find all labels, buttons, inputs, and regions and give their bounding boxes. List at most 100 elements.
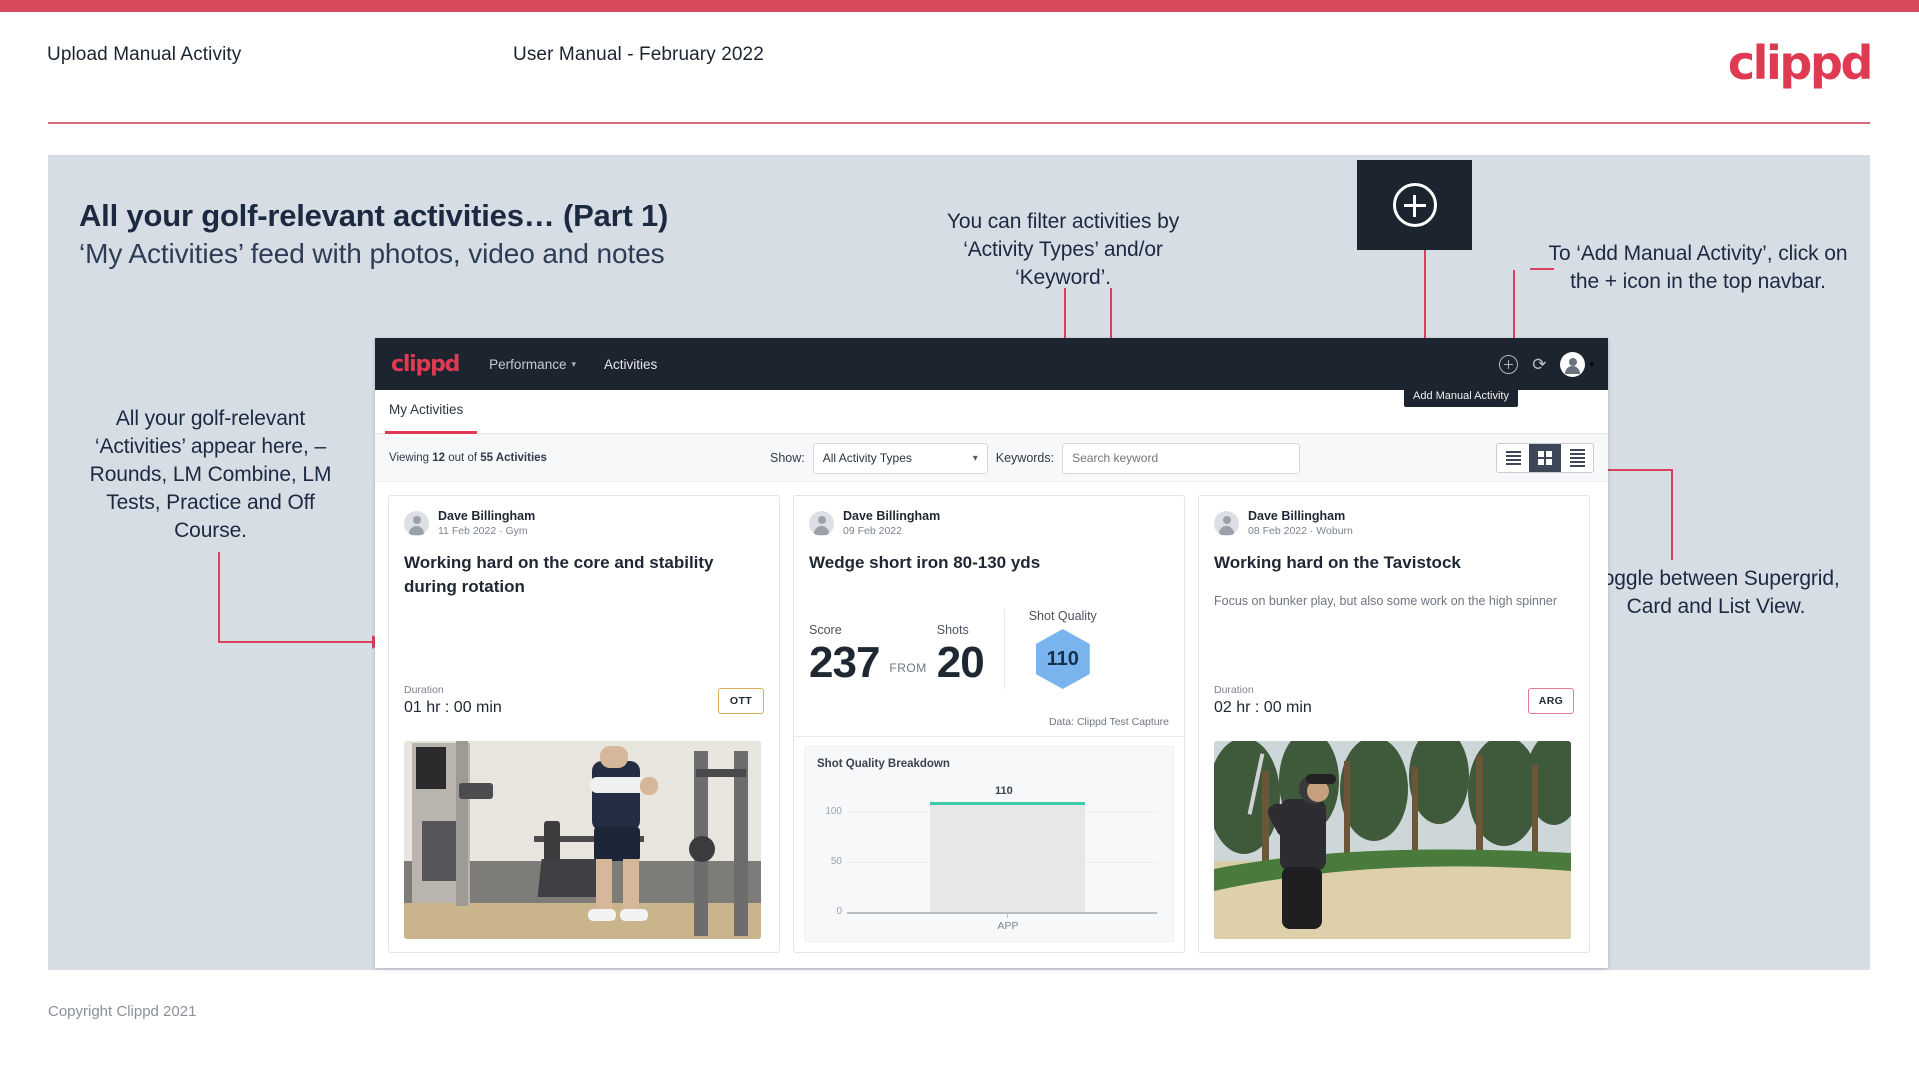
from-label: FROM: [889, 661, 927, 675]
grid-view-icon: [1537, 450, 1553, 466]
activity-meta: 08 Feb 2022 · Woburn: [1248, 525, 1353, 537]
nav-item-activities[interactable]: Activities: [604, 357, 657, 372]
header-divider: [48, 122, 1870, 124]
score-value: 237: [809, 638, 880, 687]
nav-item-performance[interactable]: Performance ▾: [489, 357, 576, 372]
slide-header-left: Upload Manual Activity: [47, 44, 242, 65]
list-view-icon: [1505, 451, 1521, 465]
card-view-icon: [1569, 449, 1585, 467]
activity-title: Wedge short iron 80-130 yds: [809, 553, 1041, 572]
duration-label: Duration: [404, 684, 444, 696]
shots-label: Shots: [936, 623, 969, 637]
avatar: [404, 511, 429, 536]
user-name: Dave Billingham: [438, 509, 536, 523]
supergrid-view-toggle[interactable]: [1529, 444, 1561, 472]
x-tick-label-app: APP: [997, 920, 1019, 932]
slide-page: Upload Manual Activity User Manual - Feb…: [0, 0, 1919, 1079]
chart-bar-label: 110: [995, 785, 1013, 797]
navbar-actions: ⟳ ▾: [1499, 338, 1594, 390]
y-tick-label-50: 50: [830, 856, 842, 867]
score-block: Score 237: [809, 623, 880, 689]
duration-block: Duration 01 hr : 00 min: [404, 684, 502, 717]
bunker-shot-thumbnail[interactable]: [1214, 741, 1571, 939]
chevron-down-icon: ▾: [571, 358, 576, 369]
status-badge: ARG: [1528, 688, 1574, 714]
nav-performance-label: Performance: [489, 356, 567, 372]
connector-line: [1671, 470, 1673, 560]
score-label: Score: [809, 623, 842, 637]
app-logo[interactable]: clippd: [391, 352, 460, 377]
chevron-down-icon: ▾: [1589, 358, 1594, 369]
search-input[interactable]: [1062, 442, 1301, 474]
shots-block: Shots 20: [936, 623, 985, 689]
tab-my-activities[interactable]: My Activities: [389, 402, 463, 417]
viewing-prefix: Viewing: [389, 451, 433, 464]
x-tick: [1007, 913, 1008, 918]
shot-quality-block: Shot Quality 110: [1003, 609, 1097, 689]
y-tick-label-0: 0: [836, 906, 842, 917]
annotation-add-manual: To ‘Add Manual Activity’, click on the +…: [1548, 242, 1848, 293]
slide-header-center: User Manual - February 2022: [513, 44, 764, 65]
y-tick-label-100: 100: [825, 806, 842, 817]
app-screenshot: clippd Performance ▾ Activities ⟳ ▾ My A…: [375, 338, 1608, 968]
chart-title: Shot Quality Breakdown: [817, 758, 950, 770]
card-user: Dave Billingham 09 Feb 2022: [809, 509, 1169, 538]
activity-type-select[interactable]: All Activity Types ▾: [812, 442, 988, 474]
shot-quality-value: 110: [1046, 647, 1079, 670]
view-toggle-group: [1496, 443, 1594, 473]
shot-quality-hex-badge: 110: [1035, 629, 1090, 689]
user-name: Dave Billingham: [843, 509, 941, 523]
clippd-logo: clippd: [1727, 36, 1874, 90]
footer-copyright: Copyright Clippd 2021: [48, 1003, 197, 1020]
activity-type-value: All Activity Types: [822, 451, 912, 465]
shots-value: 20: [936, 638, 985, 687]
user-name: Dave Billingham: [1248, 509, 1346, 523]
activity-card[interactable]: Dave Billingham 11 Feb 2022 · Gym Workin…: [388, 495, 780, 953]
annotation-toggle: Toggle between Supergrid, Card and List …: [1592, 567, 1840, 618]
avatar: [1214, 511, 1239, 536]
account-avatar-icon: [1560, 351, 1586, 377]
viewing-total: 55 Activities: [480, 451, 547, 464]
chevron-down-icon: ▾: [972, 452, 978, 464]
card-user: Dave Billingham 11 Feb 2022 · Gym: [404, 509, 764, 538]
add-activity-callout: [1357, 160, 1472, 250]
keywords-label: Keywords:: [995, 451, 1055, 465]
account-menu[interactable]: ▾: [1560, 351, 1594, 377]
card-divider: [794, 736, 1184, 737]
navbar-tooltip: Add Manual Activity: [1404, 385, 1518, 407]
annotation-filter: You can filter activities by ‘Activity T…: [946, 210, 1180, 289]
avatar: [809, 511, 834, 536]
plus-circle-icon: [1392, 183, 1437, 227]
activity-meta: 09 Feb 2022: [843, 525, 902, 537]
duration-label: Duration: [1214, 684, 1254, 696]
activity-note: Focus on bunker play, but also some work…: [1214, 594, 1558, 608]
show-label: Show:: [770, 451, 805, 465]
connector-line: [1530, 268, 1554, 270]
nav-activities-label: Activities: [604, 356, 658, 372]
activity-card[interactable]: Dave Billingham 09 Feb 2022 Wedge short …: [793, 495, 1185, 953]
duration-value: 01 hr : 00 min: [404, 699, 502, 716]
activity-meta: 11 Feb 2022 · Gym: [438, 525, 528, 537]
app-navbar: clippd Performance ▾ Activities ⟳ ▾: [375, 338, 1608, 390]
activity-title: Working hard on the core and stability d…: [404, 553, 714, 596]
status-badge: OTT: [718, 688, 764, 714]
data-source-label: Data: Clippd Test Capture: [1048, 716, 1169, 728]
add-circle-icon[interactable]: [1499, 354, 1519, 374]
viewing-mid: out of: [445, 451, 481, 464]
activity-card[interactable]: Dave Billingham 08 Feb 2022 · Woburn Wor…: [1198, 495, 1590, 953]
refresh-icon[interactable]: ⟳: [1532, 356, 1546, 373]
card-view-toggle[interactable]: [1561, 444, 1593, 472]
annotation-activities: All your golf-relevant ‘Activities’ appe…: [89, 407, 332, 542]
connector-line: [1424, 250, 1426, 340]
list-view-toggle[interactable]: [1497, 444, 1529, 472]
filter-controls: Show: All Activity Types ▾ Keywords:: [770, 434, 1301, 482]
page-subtitle: ‘My Activities’ feed with photos, video …: [79, 238, 665, 269]
gym-video-thumbnail[interactable]: [404, 741, 761, 939]
connector-line: [218, 552, 220, 642]
filter-bar: Viewing 12 out of 55 Activities Show: Al…: [375, 434, 1608, 482]
duration-block: Duration 02 hr : 00 min: [1214, 684, 1312, 717]
page-title: All your golf-relevant activities… (Part…: [79, 198, 669, 233]
card-user: Dave Billingham 08 Feb 2022 · Woburn: [1214, 509, 1574, 538]
chart-bar-app: [930, 802, 1085, 912]
connector-line: [218, 641, 374, 643]
